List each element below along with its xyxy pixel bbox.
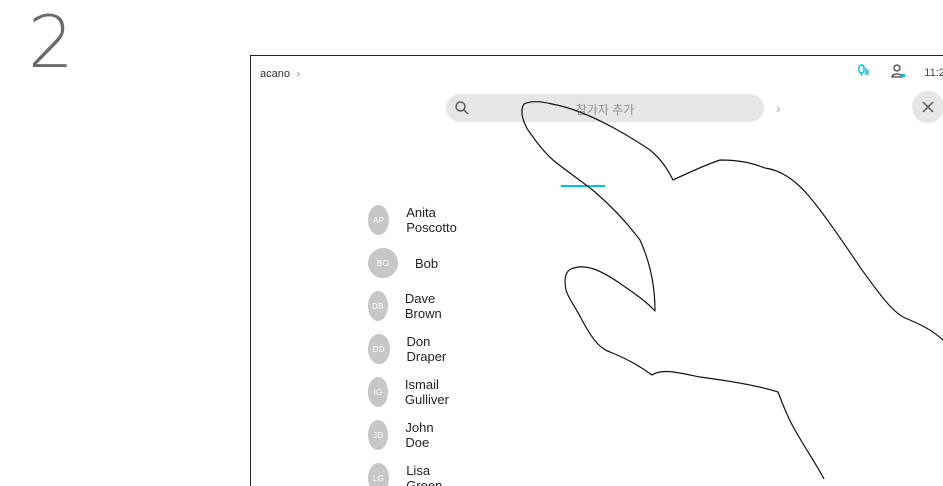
clock-time: 11:27 bbox=[924, 66, 943, 79]
active-tab-indicator bbox=[561, 185, 605, 187]
contact-name: Lisa Green bbox=[406, 463, 443, 486]
contact-row[interactable]: JD John Doe bbox=[368, 420, 443, 450]
chevron-right-icon: › bbox=[295, 66, 301, 81]
contact-row[interactable]: DB Dave Brown bbox=[368, 291, 452, 321]
step-number: 2 bbox=[28, 0, 74, 84]
avatar: BO bbox=[368, 248, 398, 278]
contact-name: Anita Poscotto bbox=[406, 205, 457, 235]
avatar: DD bbox=[368, 334, 390, 364]
close-icon bbox=[922, 101, 934, 113]
contact-name: Don Draper bbox=[406, 334, 447, 364]
avatar: JD bbox=[368, 420, 389, 450]
avatar: AP bbox=[368, 205, 390, 235]
search-input[interactable]: 참가자 추가 bbox=[446, 101, 764, 118]
avatar: DB bbox=[368, 291, 388, 321]
contact-row[interactable]: LG Lisa Green bbox=[368, 463, 451, 486]
touch-panel-screen: acano › 11:27 bbox=[250, 55, 943, 486]
contact-name: Ismail Gulliver bbox=[404, 377, 449, 407]
microphone-icon[interactable] bbox=[856, 63, 872, 82]
contact-row[interactable]: IG Ismail Gulliver bbox=[368, 377, 459, 407]
contact-row[interactable]: DD Don Draper bbox=[368, 334, 455, 364]
contact-name: Bob bbox=[415, 255, 439, 271]
breadcrumb[interactable]: acano › bbox=[260, 66, 300, 81]
person-icon[interactable] bbox=[890, 63, 906, 82]
contact-name: John Doe bbox=[405, 420, 434, 450]
avatar: IG bbox=[368, 377, 388, 407]
search-bar[interactable]: 참가자 추가 bbox=[446, 94, 764, 122]
status-area: 11:27 bbox=[856, 63, 943, 82]
contact-row[interactable]: BO Bob bbox=[368, 248, 438, 278]
contact-row[interactable]: AP Anita Poscotto bbox=[368, 205, 466, 235]
top-bar: acano › 11:27 bbox=[251, 56, 943, 92]
close-button[interactable] bbox=[912, 91, 943, 123]
breadcrumb-label: acano bbox=[260, 67, 290, 80]
avatar: LG bbox=[368, 463, 390, 486]
contact-name: Dave Brown bbox=[404, 291, 442, 321]
chevron-right-icon[interactable]: › bbox=[776, 100, 781, 116]
